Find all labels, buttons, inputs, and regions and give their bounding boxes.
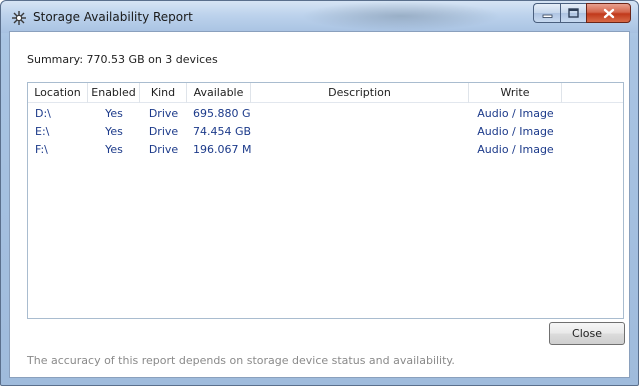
column-header-location[interactable]: Location <box>28 83 88 103</box>
cell-kind: Drive <box>148 143 179 156</box>
table-row[interactable]: D:\ Yes Drive 695.880 GE Audio / Image <box>28 105 623 123</box>
cell-write: Audio / Image <box>477 143 554 156</box>
column-header-write[interactable]: Write <box>469 83 562 103</box>
cell-enabled: Yes <box>105 107 123 120</box>
cell-description <box>251 105 469 123</box>
close-window-button[interactable] <box>586 3 631 23</box>
close-icon <box>603 8 614 18</box>
column-header-description[interactable]: Description <box>251 83 469 103</box>
cell-available: 695.880 GE <box>193 107 251 120</box>
title-bar-glow <box>301 1 501 31</box>
caption-buttons <box>533 3 631 23</box>
column-header-kind[interactable]: Kind <box>140 83 187 103</box>
table-row[interactable]: F:\ Yes Drive 196.067 MI Audio / Image <box>28 141 623 159</box>
cell-available: 74.454 GB <box>193 125 251 138</box>
table-row[interactable]: E:\ Yes Drive 74.454 GB Audio / Image <box>28 123 623 141</box>
asterisk-gear-icon <box>12 11 26 25</box>
cell-kind: Drive <box>148 125 179 138</box>
cell-write: Audio / Image <box>477 107 554 120</box>
column-header-available[interactable]: Available <box>187 83 251 103</box>
maximize-button[interactable] <box>560 3 586 23</box>
cell-write: Audio / Image <box>477 125 554 138</box>
cell-location: D:\ <box>35 107 51 120</box>
accuracy-note: The accuracy of this report depends on s… <box>27 354 455 367</box>
cell-description <box>251 141 469 159</box>
list-header: Location Enabled Kind Available Descript… <box>28 83 623 103</box>
cell-location: F:\ <box>35 143 48 156</box>
cell-enabled: Yes <box>105 125 123 138</box>
column-header-enabled[interactable]: Enabled <box>88 83 140 103</box>
summary-label: Summary: 770.53 GB on 3 devices <box>27 53 218 66</box>
window-title: Storage Availability Report <box>33 10 193 24</box>
dialog-body: Summary: 770.53 GB on 3 devices Location… <box>9 31 630 378</box>
cell-available: 196.067 MI <box>193 143 251 156</box>
cell-description <box>251 123 469 141</box>
report-window: Storage Availability Report Summary: 770… <box>0 0 639 386</box>
maximize-icon <box>568 8 579 18</box>
cell-location: E:\ <box>35 125 50 138</box>
minimize-button[interactable] <box>533 3 560 23</box>
cell-enabled: Yes <box>105 143 123 156</box>
title-bar[interactable]: Storage Availability Report <box>1 1 638 33</box>
cell-kind: Drive <box>148 107 179 120</box>
minimize-icon <box>542 14 552 18</box>
devices-list[interactable]: Location Enabled Kind Available Descript… <box>27 82 624 319</box>
close-button[interactable]: Close <box>549 322 625 345</box>
